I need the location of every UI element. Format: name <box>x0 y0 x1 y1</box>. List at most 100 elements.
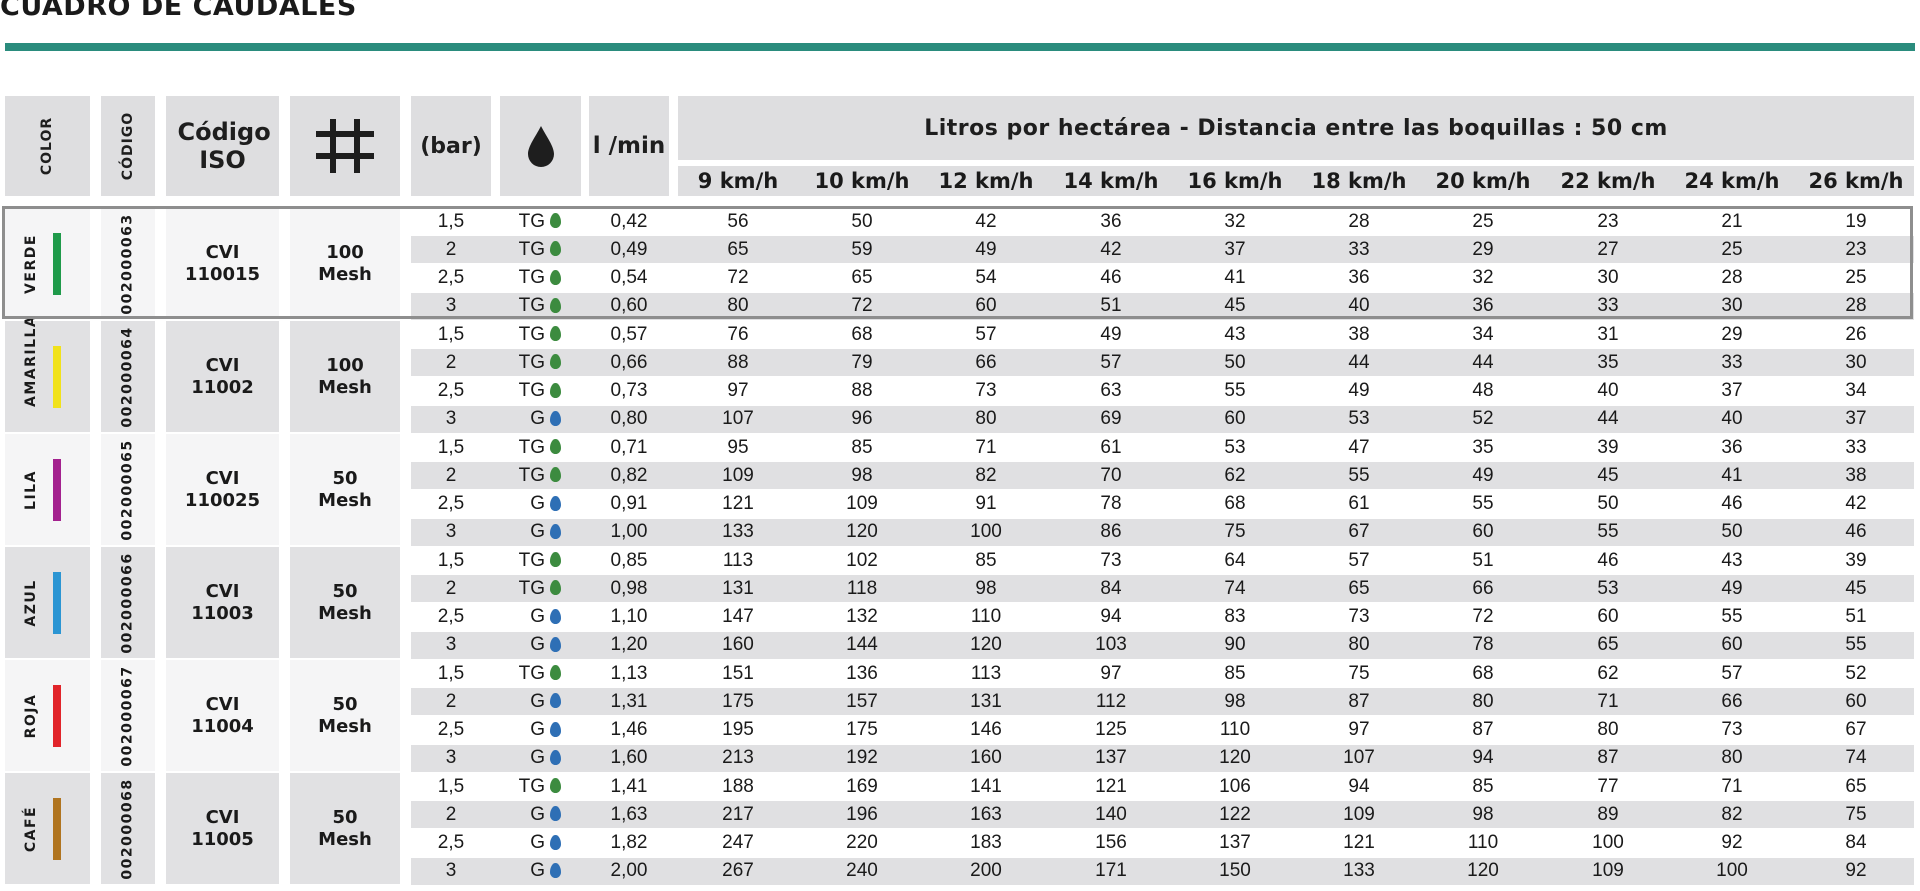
liters-per-hectare-12kmh: 113 <box>970 662 1002 684</box>
color-name: AZUL <box>23 578 39 627</box>
liters-per-hectare-10kmh: 192 <box>846 747 878 769</box>
pressure-bar: 2 <box>445 803 457 825</box>
liters-per-hectare-18kmh: 36 <box>1348 267 1370 288</box>
drop-size: G <box>511 801 581 828</box>
mesh-size: 100 Mesh <box>318 241 372 285</box>
liters-per-hectare-24kmh: 50 <box>1721 521 1743 543</box>
drop-size-label: TG <box>518 380 545 401</box>
drop-size: G <box>511 830 581 857</box>
liters-per-hectare-24kmh: 29 <box>1721 323 1743 345</box>
liters-per-hectare-12kmh: 110 <box>970 606 1002 627</box>
speed-header-2: 12 km/h <box>938 168 1034 193</box>
blue-drop-icon <box>550 608 561 624</box>
liters-per-hectare-20kmh: 68 <box>1472 662 1494 684</box>
liters-per-hectare-20kmh: 34 <box>1472 323 1494 345</box>
liters-per-hectare-12kmh: 80 <box>975 408 997 430</box>
code-cell: 002000065 <box>101 434 155 545</box>
liters-per-hectare-22kmh: 35 <box>1597 351 1619 373</box>
liters-per-hectare-10kmh: 196 <box>846 803 878 825</box>
drop-size-label: TG <box>518 662 545 684</box>
header-group: Litros por hectárea - Distancia entre la… <box>678 96 1914 160</box>
header-bar: (bar) <box>411 96 491 196</box>
mesh-size: 100 Mesh <box>318 354 372 398</box>
liters-per-hectare-24kmh: 43 <box>1721 549 1743 571</box>
liters-per-hectare-18kmh: 47 <box>1348 436 1370 458</box>
liters-per-hectare-14kmh: 140 <box>1095 803 1127 825</box>
liters-per-hectare-18kmh: 40 <box>1348 295 1370 317</box>
table-row: 1,5 TG 0,71 95 85 71 61 53 47 35 39 36 33 <box>411 434 1914 461</box>
liters-per-hectare-22kmh: 87 <box>1597 747 1619 769</box>
liters-per-hectare-12kmh: 141 <box>970 775 1002 797</box>
liters-per-hectare-12kmh: 200 <box>970 860 1002 882</box>
header-lmin: l /min <box>589 96 669 196</box>
pressure-bar: 2,5 <box>437 267 465 288</box>
liters-per-hectare-9kmh: 267 <box>722 860 754 882</box>
green-drop-icon <box>550 778 561 793</box>
table-row: 3 G 0,80 107 96 80 69 60 53 52 44 40 37 <box>411 405 1914 433</box>
liters-per-hectare-16kmh: 90 <box>1224 634 1246 656</box>
liters-per-hectare-16kmh: 85 <box>1224 662 1246 684</box>
liters-per-hectare-9kmh: 80 <box>727 295 749 317</box>
table-row: 1,5 TG 0,57 76 68 57 49 43 38 34 31 29 26 <box>411 321 1914 348</box>
liters-per-hectare-26kmh: 28 <box>1845 295 1867 317</box>
liters-per-hectare-24kmh: 60 <box>1721 634 1743 656</box>
liters-per-hectare-16kmh: 74 <box>1224 577 1246 599</box>
color-swatch <box>53 797 61 860</box>
table-row: 1,5 TG 0,85 113 102 85 73 64 57 51 46 43 39 <box>411 547 1914 574</box>
liters-per-hectare-24kmh: 36 <box>1721 436 1743 458</box>
table-row: 2,5 G 1,10 147 132 110 94 83 73 72 60 55 51 <box>411 604 1914 631</box>
speed-header-3: 14 km/h <box>1063 168 1159 193</box>
flow-lmin: 0,80 <box>610 408 648 430</box>
pressure-bar: 1,5 <box>437 549 465 571</box>
flow-lmin: 0,71 <box>610 436 648 458</box>
flow-lmin: 0,57 <box>610 323 648 345</box>
iso-code: CVI 110015 <box>184 241 261 285</box>
liters-per-hectare-10kmh: 169 <box>846 775 878 797</box>
liters-per-hectare-20kmh: 25 <box>1472 210 1494 232</box>
liters-per-hectare-10kmh: 132 <box>846 606 878 627</box>
blue-drop-icon <box>550 495 561 511</box>
liters-per-hectare-16kmh: 62 <box>1224 464 1246 486</box>
drop-size-label: TG <box>518 577 545 599</box>
header-group-label: Litros por hectárea - Distancia entre la… <box>924 115 1668 141</box>
drop-size-label: G <box>530 832 545 853</box>
liters-per-hectare-24kmh: 21 <box>1721 210 1743 232</box>
liters-per-hectare-9kmh: 147 <box>722 606 754 627</box>
color-name: VERDE <box>23 233 39 294</box>
drop-size-label: G <box>530 493 545 514</box>
pressure-bar: 2 <box>445 351 457 373</box>
iso-cell: CVI 11003 <box>166 547 279 658</box>
color-name: CAFÉ <box>23 805 39 852</box>
header-codigo-label: CÓDIGO <box>120 111 136 181</box>
pressure-bar: 3 <box>445 521 457 543</box>
drop-size: TG <box>511 378 581 405</box>
liters-per-hectare-12kmh: 71 <box>975 436 997 458</box>
grid-icon <box>316 119 374 173</box>
table-row: 2 TG 0,49 65 59 49 42 37 33 29 27 25 23 <box>411 236 1914 264</box>
liters-per-hectare-9kmh: 72 <box>727 267 749 288</box>
liters-per-hectare-22kmh: 45 <box>1597 464 1619 486</box>
drop-size: G <box>511 604 581 631</box>
drop-size-label: TG <box>518 775 545 797</box>
color-swatch <box>53 458 61 521</box>
liters-per-hectare-20kmh: 120 <box>1467 860 1499 882</box>
drop-size-label: TG <box>518 549 545 571</box>
pressure-bar: 1,5 <box>437 662 465 684</box>
drop-size-label: TG <box>518 436 545 458</box>
header-color-label: COLOR <box>39 116 56 176</box>
header-drop <box>500 96 581 196</box>
liters-per-hectare-16kmh: 68 <box>1224 493 1246 514</box>
liters-per-hectare-20kmh: 94 <box>1472 747 1494 769</box>
liters-per-hectare-14kmh: 51 <box>1100 295 1122 317</box>
liters-per-hectare-20kmh: 110 <box>1467 832 1499 853</box>
drop-size: TG <box>511 208 581 235</box>
liters-per-hectare-12kmh: 82 <box>975 464 997 486</box>
flow-lmin: 0,66 <box>610 351 648 373</box>
liters-per-hectare-9kmh: 76 <box>727 323 749 345</box>
liters-per-hectare-26kmh: 84 <box>1845 832 1867 853</box>
liters-per-hectare-14kmh: 42 <box>1100 238 1122 260</box>
liters-per-hectare-14kmh: 46 <box>1100 267 1122 288</box>
color-swatch <box>53 345 61 408</box>
liters-per-hectare-24kmh: 66 <box>1721 690 1743 712</box>
liters-per-hectare-20kmh: 60 <box>1472 521 1494 543</box>
